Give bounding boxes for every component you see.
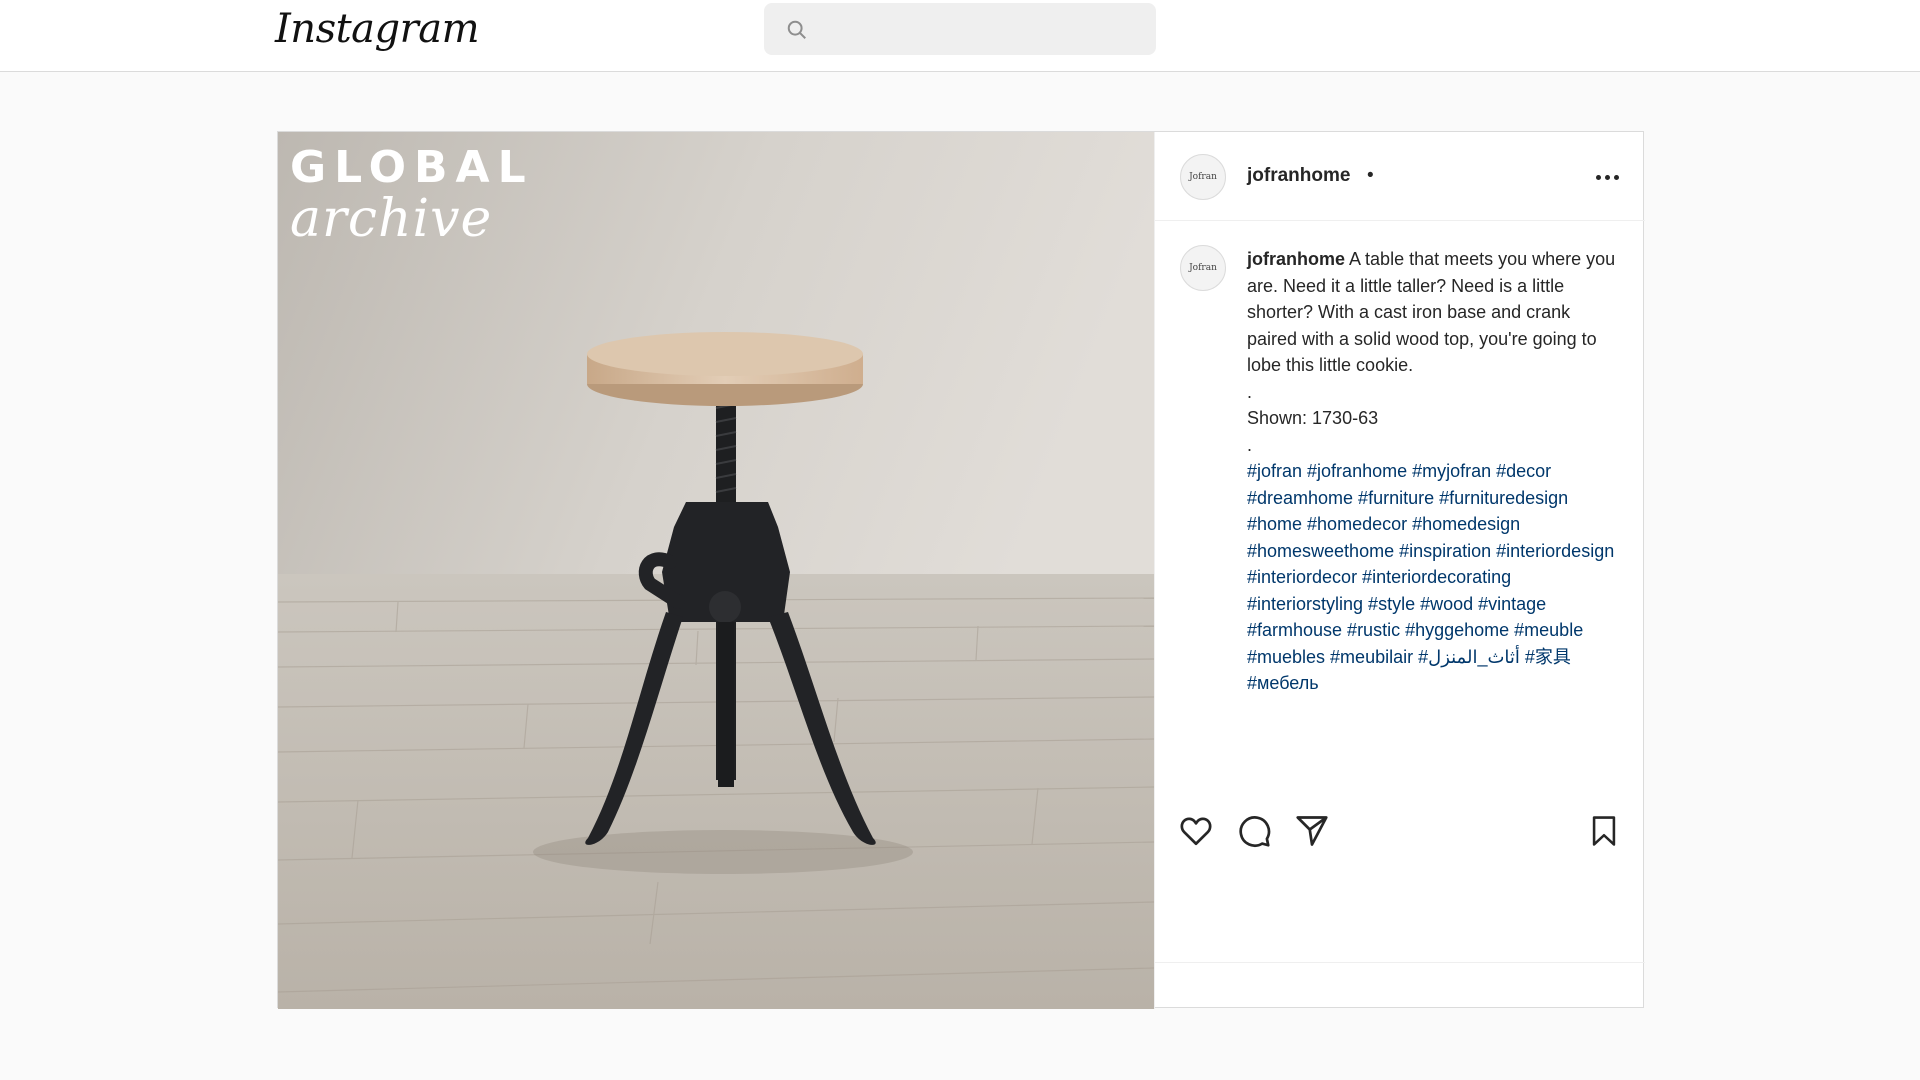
image-overlay-title: GLOBAL archive bbox=[290, 142, 534, 249]
separator-dot: • bbox=[1367, 165, 1374, 186]
post-caption: jofranhome A table that meets you where … bbox=[1247, 246, 1617, 697]
caption-shown-model: Shown: 1730-63 bbox=[1247, 408, 1379, 428]
overlay-line-global: GLOBAL bbox=[290, 142, 534, 193]
post-image[interactable]: GLOBAL archive bbox=[278, 132, 1154, 1009]
post-card: GLOBAL archive Jofran jofranhome • Jofra… bbox=[277, 131, 1645, 1009]
post-sidebar: Jofran jofranhome • Jofran jofranhome A … bbox=[1154, 132, 1645, 1009]
caption-avatar[interactable]: Jofran bbox=[1180, 245, 1226, 291]
search-icon bbox=[787, 20, 806, 39]
more-options-icon[interactable] bbox=[1587, 160, 1627, 194]
overlay-line-archive: archive bbox=[290, 189, 493, 249]
caption-dot: . bbox=[1247, 434, 1253, 455]
caption-dot: . bbox=[1247, 381, 1253, 402]
heart-icon[interactable] bbox=[1175, 810, 1217, 852]
divider bbox=[1155, 962, 1645, 963]
instagram-logo[interactable]: Instagram bbox=[275, 6, 480, 52]
send-icon[interactable] bbox=[1291, 810, 1333, 852]
avatar[interactable]: Jofran bbox=[1180, 154, 1226, 200]
caption-username[interactable]: jofranhome bbox=[1247, 249, 1345, 269]
post-actions bbox=[1155, 800, 1645, 870]
caption-section: Jofran jofranhome A table that meets you… bbox=[1155, 222, 1645, 892]
top-navigation-bar: Instagram bbox=[0, 0, 1920, 72]
search-input[interactable] bbox=[820, 13, 1140, 45]
comment-icon[interactable] bbox=[1233, 810, 1275, 852]
stool-photo bbox=[278, 132, 1154, 1009]
post-username[interactable]: jofranhome bbox=[1247, 165, 1350, 187]
bookmark-icon[interactable] bbox=[1583, 810, 1625, 852]
post-header: Jofran jofranhome • bbox=[1155, 132, 1645, 221]
search-box[interactable] bbox=[764, 3, 1156, 55]
caption-hashtags[interactable]: #jofran #jofranhome #myjofran #decor #dr… bbox=[1247, 458, 1617, 697]
